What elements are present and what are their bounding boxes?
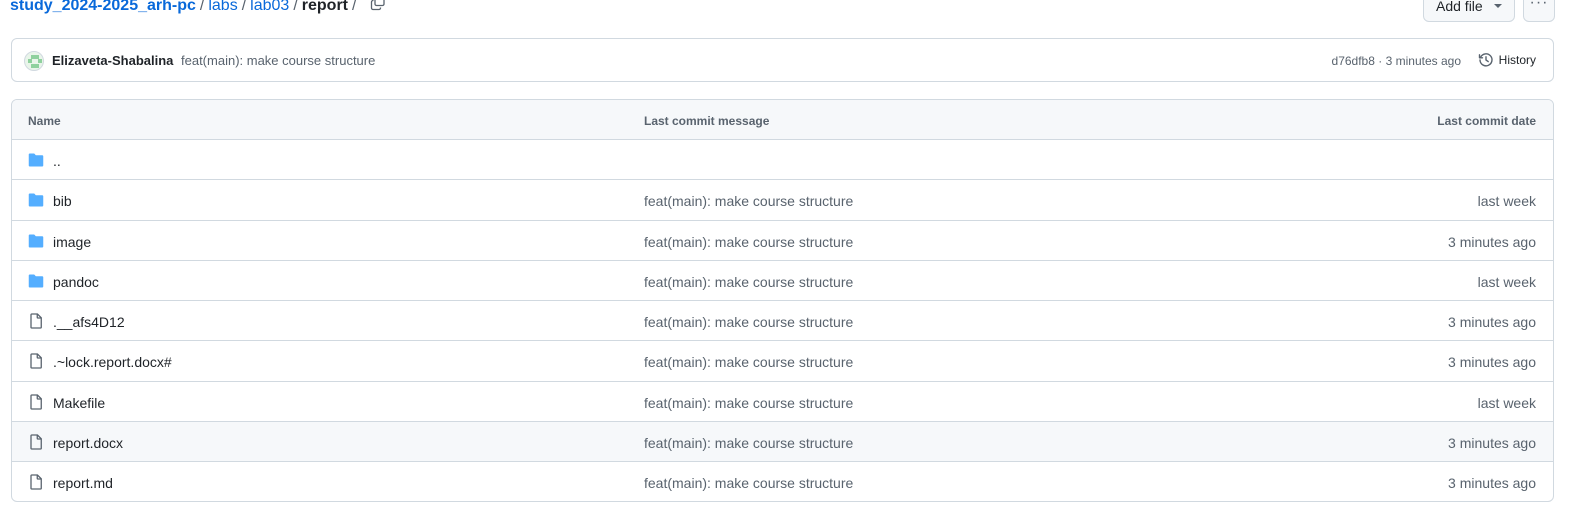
- commit-message-link[interactable]: feat(main): make course structure: [644, 475, 853, 491]
- folder-icon: [28, 273, 44, 289]
- table-row[interactable]: .__afs4D12 feat(main): make course struct…: [12, 301, 1553, 342]
- table-row[interactable]: Makefile feat(main): make course structur…: [12, 382, 1553, 423]
- commit-date: 3 minutes ago: [1448, 475, 1536, 492]
- table-row[interactable]: image feat(main): make course structure 3 …: [12, 221, 1553, 261]
- breadcrumb: study_2024-2025_arh-pc / labs / lab03/report…: [10, 0, 388, 17]
- meta-separator: ·: [1378, 54, 1383, 68]
- table-row[interactable]: report.md feat(main): make course structu…: [12, 462, 1553, 501]
- table-row[interactable]: ..: [12, 140, 1553, 181]
- column-header-name: Name: [28, 114, 61, 128]
- add-file-button[interactable]: Add file: [1423, 0, 1515, 22]
- breadcrumb-lab03-link[interactable]: lab03: [250, 0, 289, 14]
- commit-date: last week: [1477, 193, 1536, 210]
- commit-sha-link[interactable]: d76dfb8: [1332, 54, 1375, 68]
- breadcrumb-separator: /: [293, 0, 298, 14]
- commit-message-link[interactable]: feat(main): make course structure: [644, 234, 853, 250]
- history-icon: [1478, 53, 1493, 67]
- copy-path-button[interactable]: [370, 0, 388, 11]
- breadcrumb-separator: /: [241, 0, 247, 14]
- breadcrumb-separator: /: [352, 0, 357, 14]
- avatar[interactable]: [24, 51, 44, 71]
- history-button[interactable]: History: [1478, 52, 1536, 68]
- file-icon: [28, 394, 44, 410]
- history-label: History: [1498, 53, 1536, 67]
- commit-message-link[interactable]: feat(main): make course structure: [644, 354, 853, 370]
- commit-date: last week: [1477, 273, 1536, 290]
- breadcrumb-separator: /: [199, 0, 205, 14]
- table-row[interactable]: report.docx feat(main): make course struc…: [12, 422, 1553, 463]
- commit-date: 3 minutes ago: [1448, 354, 1536, 371]
- table-row[interactable]: bib feat(main): make course structure last…: [12, 180, 1553, 221]
- file-table: Name Last commit message Last commit dat…: [11, 99, 1554, 502]
- folder-icon: [28, 192, 44, 208]
- column-header-message: Last commit message: [644, 114, 770, 128]
- column-header-date: Last commit date: [1437, 114, 1536, 128]
- file-name-link[interactable]: Makefile: [53, 395, 105, 411]
- table-header: Name Last commit message Last commit dat…: [12, 100, 1553, 140]
- commit-message-link[interactable]: feat(main): make course structure: [644, 193, 853, 209]
- latest-commit-box: Elizaveta-Shabalina feat(main): make cou…: [11, 38, 1554, 82]
- table-row[interactable]: pandoc feat(main): make course structure l…: [12, 261, 1553, 302]
- breadcrumb-repo-link[interactable]: study_2024-2025_arh-pc: [10, 0, 196, 14]
- file-name-link[interactable]: image: [53, 234, 91, 250]
- commit-date: 3 minutes ago: [1448, 314, 1536, 331]
- commit-date: last week: [1477, 394, 1536, 411]
- commit-message-link[interactable]: feat(main): make course structure: [644, 395, 853, 411]
- add-file-label: Add file: [1436, 0, 1483, 14]
- file-name-link[interactable]: report.docx: [53, 435, 123, 451]
- table-body: .. bib feat(main): make course structure la…: [12, 140, 1553, 501]
- folder-icon: [28, 233, 44, 249]
- commit-message-link[interactable]: feat(main): make course structure: [644, 274, 853, 290]
- file-icon: [28, 474, 44, 491]
- file-icon: [28, 313, 44, 329]
- commit-date: 3 minutes ago: [1448, 435, 1536, 452]
- file-name-link[interactable]: .__afs4D12: [53, 314, 125, 330]
- header-bar: study_2024-2025_arh-pc / labs / lab03/report…: [0, 0, 1593, 22]
- kebab-icon: ···: [1529, 0, 1549, 11]
- table-row[interactable]: .~lock.report.docx# feat(main): make cour…: [12, 341, 1553, 382]
- file-name-link[interactable]: .~lock.report.docx#: [53, 354, 172, 370]
- folder-icon: [28, 152, 44, 168]
- file-name-link[interactable]: pandoc: [53, 274, 99, 290]
- breadcrumb-current: report: [301, 0, 348, 14]
- file-name-link[interactable]: report.md: [53, 475, 113, 491]
- commit-time: 3 minutes ago: [1385, 54, 1461, 68]
- file-name-link[interactable]: ..: [53, 153, 61, 169]
- file-name-link[interactable]: bib: [53, 193, 72, 209]
- copy-icon: [371, 0, 386, 10]
- chevron-down-icon: [1494, 4, 1502, 8]
- commit-message-link[interactable]: feat(main): make course structure: [644, 435, 853, 451]
- commit-author-link[interactable]: Elizaveta-Shabalina: [52, 53, 173, 68]
- commit-message-link[interactable]: feat(main): make course structure: [181, 53, 375, 68]
- file-icon: [28, 353, 44, 370]
- breadcrumb-labs-link[interactable]: labs: [208, 0, 237, 14]
- more-options-button[interactable]: ···: [1523, 0, 1555, 22]
- commit-date: 3 minutes ago: [1448, 233, 1536, 250]
- commit-message-link[interactable]: feat(main): make course structure: [644, 314, 853, 330]
- file-icon: [28, 434, 44, 450]
- commit-meta: d76dfb8 · 3 minutes ago: [1332, 54, 1461, 68]
